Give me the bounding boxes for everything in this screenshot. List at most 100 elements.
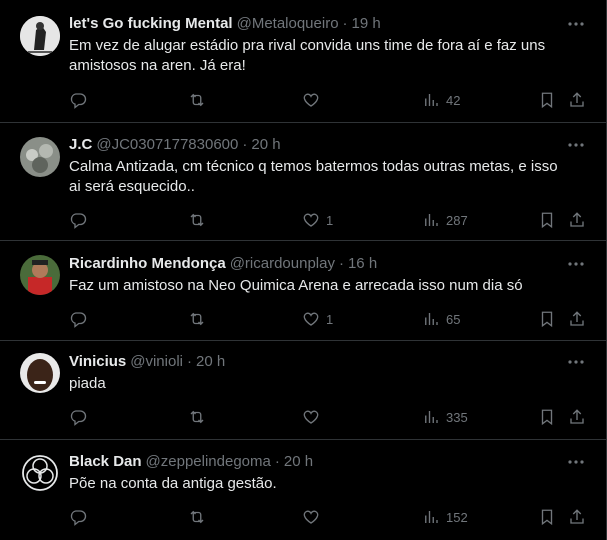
tweet-text: Põe na conta da antiga gestão. — [69, 475, 277, 492]
share-button[interactable] — [568, 507, 586, 527]
tweet-text: Em vez de alugar estádio pra rival convi… — [69, 37, 546, 74]
heart-icon — [303, 312, 319, 326]
display-name[interactable]: Vinicius — [69, 353, 126, 370]
separator: · — [274, 453, 280, 470]
bookmark-button[interactable] — [538, 90, 556, 110]
display-name[interactable]: Black Dan — [69, 453, 142, 470]
tweet[interactable]: Ricardinho Mendonça @ricardounplay · 16 h F… — [0, 241, 606, 341]
views-icon — [425, 313, 438, 325]
share-button[interactable] — [568, 407, 586, 427]
avatar[interactable] — [20, 255, 60, 295]
reply-icon — [70, 213, 87, 229]
tweet[interactable]: J.C @JC0307177830600 · 20 h Calma Antizada,… — [0, 123, 606, 241]
bookmark-button[interactable] — [538, 507, 556, 527]
handle[interactable]: @zeppelindegoma — [146, 453, 271, 470]
tweet-text: Calma Antizada, cm técnico q temos bater… — [69, 158, 558, 195]
avatar[interactable] — [20, 453, 60, 493]
reply-feed: let's Go fucking Mental @Metaloqueiro · 19 … — [0, 0, 607, 540]
avatar[interactable] — [20, 137, 60, 177]
like-button[interactable]: 1 — [302, 210, 333, 230]
views-icon — [425, 214, 438, 226]
like-button[interactable] — [302, 90, 326, 110]
reply-icon — [70, 510, 87, 526]
retweet-icon — [190, 410, 204, 424]
reply-button[interactable] — [69, 90, 87, 110]
share-button[interactable] — [568, 309, 586, 329]
view-count: 65 — [446, 311, 461, 327]
reply-button[interactable] — [69, 210, 87, 230]
retweet-button[interactable] — [188, 407, 206, 427]
more-icon[interactable] — [566, 452, 586, 472]
tweet[interactable]: Vinicius @vinioli · 20 h piada 335 — [0, 341, 606, 440]
heart-icon — [303, 510, 319, 524]
retweet-button[interactable] — [188, 210, 206, 230]
share-icon — [570, 212, 584, 227]
views-icon — [425, 511, 438, 523]
share-icon — [570, 311, 584, 326]
action-bar: 1 287 — [60, 210, 606, 230]
heart-icon — [303, 93, 319, 107]
views-button[interactable]: 335 — [422, 407, 468, 427]
handle[interactable]: @Metaloqueiro — [237, 15, 339, 32]
retweet-icon — [190, 510, 204, 524]
bookmark-icon — [541, 212, 553, 229]
avatar[interactable] — [20, 353, 60, 393]
display-name[interactable]: Ricardinho Mendonça — [69, 255, 226, 272]
bookmark-icon — [541, 509, 553, 526]
view-count: 42 — [446, 92, 461, 108]
timestamp[interactable]: 20 h — [284, 453, 313, 470]
reply-button[interactable] — [69, 309, 87, 329]
bookmark-button[interactable] — [538, 210, 556, 230]
tweet[interactable]: Black Dan @zeppelindegoma · 20 h Põe na con… — [0, 440, 606, 540]
view-count: 152 — [446, 509, 468, 525]
retweet-button[interactable] — [188, 309, 206, 329]
view-count: 335 — [446, 409, 468, 425]
retweet-icon — [190, 312, 204, 326]
more-icon[interactable] — [566, 352, 586, 372]
views-icon — [425, 411, 438, 423]
more-icon[interactable] — [566, 14, 586, 34]
display-name[interactable]: let's Go fucking Mental — [69, 15, 233, 32]
reply-button[interactable] — [69, 507, 87, 527]
heart-icon — [303, 410, 319, 424]
bookmark-icon — [541, 409, 553, 426]
retweet-button[interactable] — [188, 507, 206, 527]
avatar[interactable] — [20, 16, 60, 56]
handle[interactable]: @ricardounplay — [230, 255, 335, 272]
timestamp[interactable]: 20 h — [196, 353, 225, 370]
tweet-text: Faz um amistoso na Neo Quimica Arena e a… — [69, 277, 523, 294]
bookmark-button[interactable] — [538, 407, 556, 427]
tweet[interactable]: let's Go fucking Mental @Metaloqueiro · 19 … — [0, 0, 606, 123]
like-button[interactable] — [302, 407, 326, 427]
action-bar: 42 — [60, 90, 606, 110]
like-button[interactable] — [302, 507, 326, 527]
share-button[interactable] — [568, 90, 586, 110]
timestamp[interactable]: 20 h — [251, 136, 280, 153]
retweet-button[interactable] — [188, 90, 206, 110]
tweet-header: Black Dan @zeppelindegoma · 20 h — [69, 452, 313, 472]
views-button[interactable]: 65 — [422, 309, 460, 329]
separator: · — [242, 136, 248, 153]
bookmark-button[interactable] — [538, 309, 556, 329]
action-bar: 152 — [60, 507, 606, 527]
handle[interactable]: @vinioli — [130, 353, 183, 370]
timestamp[interactable]: 19 h — [352, 15, 381, 32]
bookmark-icon — [541, 92, 553, 109]
handle[interactable]: @JC0307177830600 — [96, 136, 238, 153]
display-name[interactable]: J.C — [69, 136, 92, 153]
share-icon — [570, 509, 584, 524]
like-button[interactable]: 1 — [302, 309, 333, 329]
reply-button[interactable] — [69, 407, 87, 427]
views-button[interactable]: 152 — [422, 507, 468, 527]
share-button[interactable] — [568, 210, 586, 230]
heart-icon — [303, 213, 319, 227]
like-count: 1 — [326, 212, 334, 228]
timestamp[interactable]: 16 h — [348, 255, 377, 272]
views-button[interactable]: 42 — [422, 90, 460, 110]
reply-icon — [70, 312, 87, 328]
more-icon[interactable] — [566, 254, 586, 274]
more-icon[interactable] — [566, 135, 586, 155]
views-button[interactable]: 287 — [422, 210, 468, 230]
views-icon — [425, 94, 438, 106]
tweet-header: Vinicius @vinioli · 20 h — [69, 352, 225, 372]
